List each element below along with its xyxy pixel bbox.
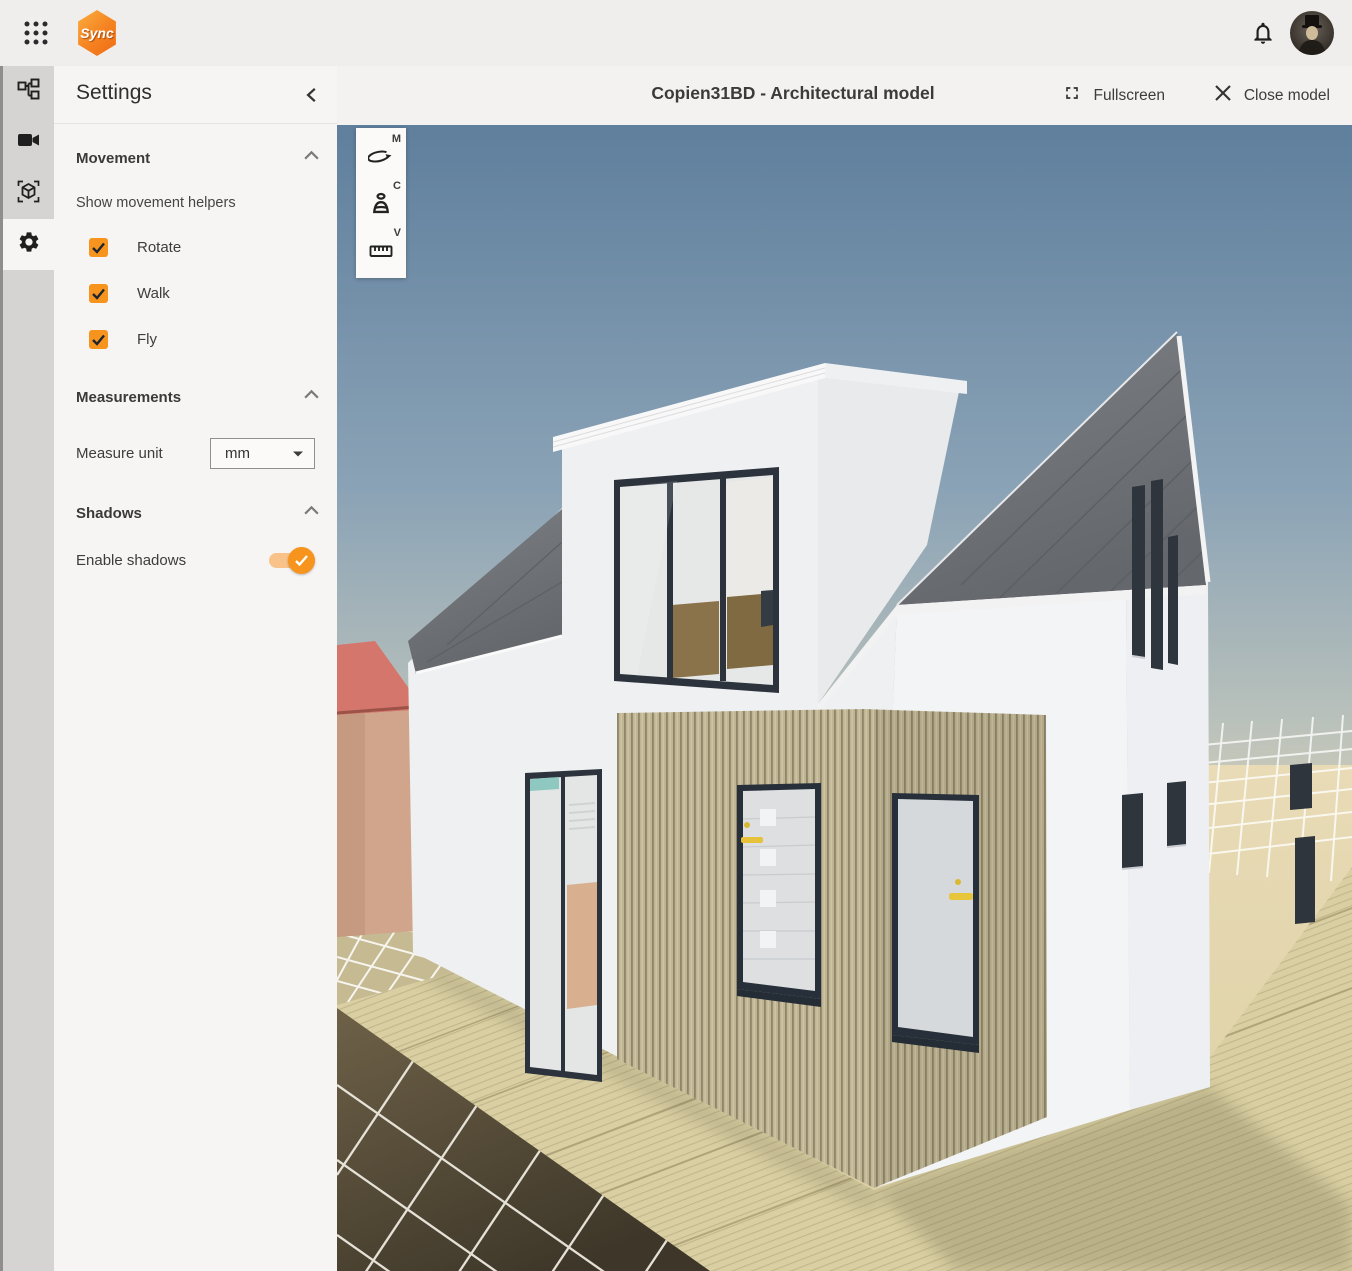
measure-unit-select[interactable]: mm (210, 438, 315, 469)
sidebar-item-camera[interactable] (3, 117, 54, 168)
settings-panel: Settings Movement Show movement helpers (54, 66, 337, 1271)
sidebar-item-model[interactable] (3, 168, 54, 219)
viewport-3d-canvas[interactable]: M C (337, 125, 1352, 1271)
sync-logo[interactable]: Sync (76, 10, 118, 56)
settings-panel-header: Settings (54, 66, 337, 124)
walk-option-row: Walk (89, 284, 315, 303)
viewer-header: Copien31BD - Architectural model Fullscr… (337, 66, 1352, 125)
close-model-label: Close model (1244, 87, 1330, 105)
fly-checkbox-label: Fly (137, 331, 157, 348)
measure-unit-value: mm (221, 445, 292, 462)
collapse-panel-chevron-left-icon[interactable] (303, 86, 321, 104)
shadows-collapse-chevron-up-icon[interactable] (303, 503, 321, 519)
measure-mode-button[interactable]: V (359, 227, 403, 274)
fullscreen-icon (1062, 83, 1082, 108)
measure-shortcut-key: V (394, 227, 401, 239)
fly-option-row: Fly (89, 330, 315, 349)
close-model-button[interactable]: Close model (1214, 66, 1330, 125)
sidebar-item-settings[interactable] (3, 219, 54, 270)
sidebar-item-structure[interactable] (3, 66, 54, 117)
movement-helpers-label: Show movement helpers (76, 195, 315, 211)
movement-collapse-chevron-up-icon[interactable] (303, 148, 321, 164)
navigation-tool-palette: M C (356, 128, 406, 278)
ruler-icon (369, 241, 393, 261)
apps-grid-icon[interactable] (22, 19, 50, 47)
fullscreen-label: Fullscreen (1094, 87, 1166, 105)
top-app-bar: Sync (0, 0, 1352, 66)
measurements-heading: Measurements (76, 389, 181, 406)
settings-title: Settings (76, 81, 152, 105)
rotate-checkbox-label: Rotate (137, 239, 181, 256)
model-title: Copien31BD - Architectural model (651, 83, 934, 104)
select-dropdown-arrow-icon (292, 445, 304, 463)
toggle-thumb-check-icon (288, 547, 315, 574)
measure-unit-label: Measure unit (76, 445, 210, 462)
cube-scan-icon (17, 180, 40, 208)
shadows-heading: Shadows (76, 505, 142, 522)
sync-logo-text: Sync (80, 25, 113, 41)
walk-checkbox-label: Walk (137, 285, 170, 302)
left-icon-rail (0, 66, 54, 1271)
movement-heading: Movement (76, 150, 150, 167)
walk-mode-button[interactable]: C (359, 180, 403, 227)
user-avatar[interactable] (1290, 11, 1334, 55)
shadows-section: Shadows Enable shadows (54, 505, 337, 569)
gear-icon (17, 230, 41, 259)
fly-checkbox[interactable] (89, 330, 108, 349)
structure-tree-icon (17, 78, 40, 106)
walk-person-icon (370, 192, 392, 216)
close-icon (1214, 84, 1232, 107)
orbit-mode-button[interactable]: M (359, 133, 403, 180)
enable-shadows-label: Enable shadows (76, 552, 269, 569)
model-viewer: Copien31BD - Architectural model Fullscr… (337, 66, 1352, 1271)
application-window: Sync (0, 0, 1352, 1271)
measurements-collapse-chevron-up-icon[interactable] (303, 387, 321, 403)
measurements-section: Measurements Measure unit mm (54, 389, 337, 469)
fullscreen-button[interactable]: Fullscreen (1062, 66, 1166, 125)
walk-checkbox[interactable] (89, 284, 108, 303)
walk-shortcut-key: C (393, 180, 401, 192)
rotate-checkbox[interactable] (89, 238, 108, 257)
notifications-bell-icon[interactable] (1250, 20, 1276, 46)
rotate-option-row: Rotate (89, 238, 315, 257)
enable-shadows-toggle[interactable] (269, 553, 309, 568)
orbit-icon (368, 146, 394, 168)
orbit-shortcut-key: M (392, 133, 401, 145)
video-camera-icon (17, 129, 41, 156)
movement-section: Movement Show movement helpers Rotate (54, 150, 337, 349)
